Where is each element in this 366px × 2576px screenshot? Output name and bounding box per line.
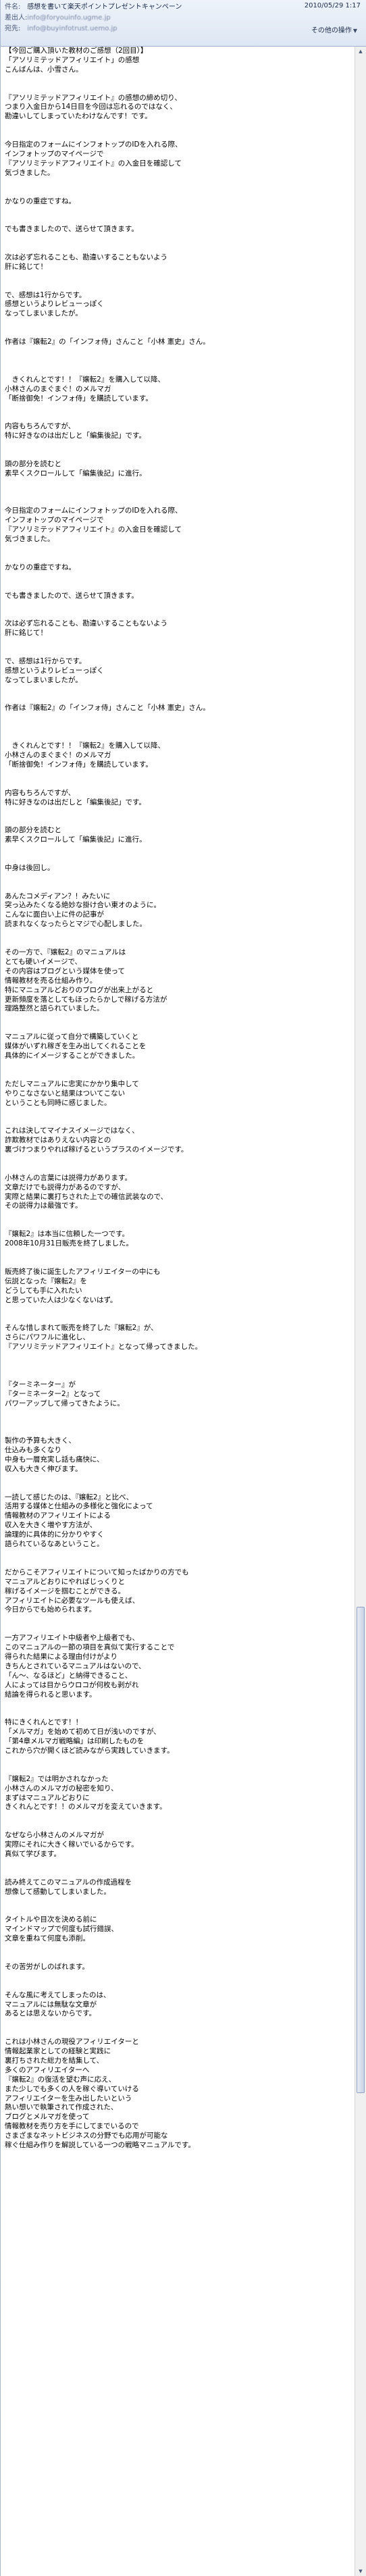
chevron-down-icon: ▼	[352, 28, 357, 34]
mail-sender[interactable]: info@foryouinfo.ugme.jp	[27, 14, 111, 22]
mail-subject: 感想を書いて楽天ポイントプレゼントキャンペーン	[27, 3, 182, 11]
other-actions-menu[interactable]: その他の操作 ▼	[308, 23, 361, 36]
mail-body: 【今回ご購入頂いた教材のご感想（2回目）】 「アソリミテッドアフィリエイト」の感…	[1, 47, 355, 2576]
mail-recipient[interactable]: info@buyinfotrust.uemo.jp	[27, 25, 117, 32]
mail-header: 件名: 感想を書いて楽天ポイントプレゼントキャンペーン 2010/05/29 1…	[1, 0, 366, 47]
scroll-down-arrow-icon[interactable]: ▼	[355, 2567, 366, 2576]
other-actions-label: その他の操作	[311, 27, 352, 34]
scroll-up-arrow-icon[interactable]: ▲	[355, 47, 366, 56]
subject-label: 件名:	[5, 3, 21, 11]
vertical-scrollbar[interactable]: ▲ ▼	[355, 47, 366, 2576]
from-row: 差出人: info@foryouinfo.ugme.jp	[5, 13, 362, 24]
mail-body-text: 【今回ご購入頂いた教材のご感想（2回目）】 「アソリミテッドアフィリエイト」の感…	[5, 47, 210, 2150]
mail-viewer: 件名: 感想を書いて楽天ポイントプレゼントキャンペーン 2010/05/29 1…	[0, 0, 366, 2576]
scroll-thumb[interactable]	[357, 1607, 365, 2093]
mail-date: 2010/05/29 1:17	[304, 2, 361, 9]
from-label: 差出人:	[5, 14, 28, 22]
to-label: 宛先:	[5, 25, 21, 32]
